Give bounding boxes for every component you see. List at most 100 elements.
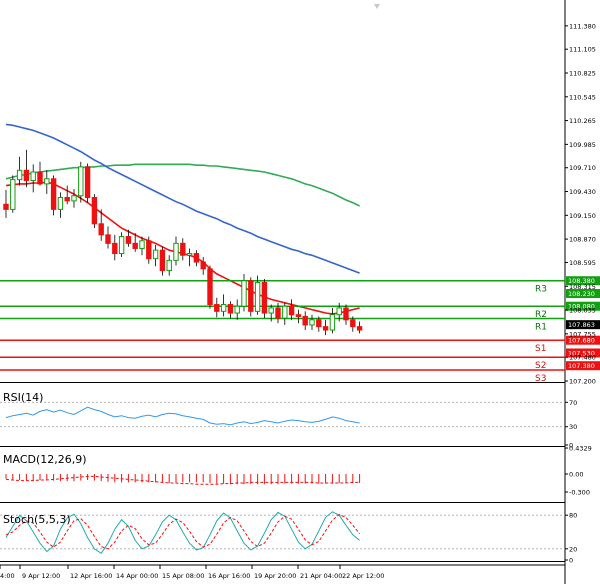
bearish-candle-body xyxy=(343,307,349,321)
bullish-candle-body xyxy=(78,166,84,197)
bullish-candle-body xyxy=(309,319,315,326)
bearish-candle-body xyxy=(350,319,356,328)
time-axis-label: 12 Apr 16:00 xyxy=(70,572,112,580)
bearish-candle-body xyxy=(37,171,43,185)
price-axis-label: 111.105 xyxy=(569,46,596,54)
bearish-candle-body xyxy=(322,326,329,331)
bearish-candle-body xyxy=(132,242,138,249)
price-axis-label: 107.480 xyxy=(569,354,596,362)
sub-axis-label: 0 xyxy=(569,557,573,565)
time-axis-label: 15 Apr 08:00 xyxy=(162,572,204,580)
price-axis-label: 109.710 xyxy=(569,164,596,172)
candle xyxy=(91,194,98,229)
bullish-candle-body xyxy=(282,305,288,319)
price-axis-label: 110.265 xyxy=(569,117,596,125)
candle xyxy=(207,265,213,309)
trading-chart: R3 108.380 108.230 R2 108.080 R1 S1 107.680 107.… xyxy=(0,0,600,584)
bearish-candle-body xyxy=(200,261,206,270)
price-axis-label: 107.200 xyxy=(569,378,596,386)
pivot-level-label: R1 xyxy=(535,323,547,333)
bearish-candle-body xyxy=(180,242,186,256)
bullish-candle-body xyxy=(173,242,179,261)
bullish-candle-body xyxy=(220,304,227,312)
bearish-candle-body xyxy=(193,253,200,263)
level-price-tag-text: 107.380 xyxy=(568,362,595,370)
bearish-candle-body xyxy=(302,315,308,326)
bullish-candle-body xyxy=(10,179,16,210)
pivot-level-label: S1 xyxy=(535,344,546,354)
level-price-tag-text: 108.230 xyxy=(568,290,595,298)
bearish-candle-body xyxy=(288,305,295,316)
price-axis-label: 110.545 xyxy=(569,93,596,101)
bearish-candle-body xyxy=(316,319,322,328)
bearish-candle-body xyxy=(275,307,281,319)
time-axis-label: 4:00 xyxy=(0,572,15,580)
bullish-candle-body xyxy=(16,169,23,181)
bearish-candle-body xyxy=(248,280,254,312)
candle xyxy=(261,279,268,319)
bearish-candle-body xyxy=(105,234,111,244)
rsi-title: RSI(14) xyxy=(3,391,43,404)
bearish-candle-body xyxy=(125,236,132,244)
bullish-candle-body xyxy=(44,178,50,185)
bearish-candle-body xyxy=(261,281,268,314)
bullish-candle-body xyxy=(254,281,261,312)
price-axis-label: 108.870 xyxy=(569,236,596,244)
bearish-candle-body xyxy=(356,326,363,331)
bullish-candle-body xyxy=(336,307,342,316)
bullish-candle-body xyxy=(241,280,247,307)
bearish-candle-body xyxy=(214,304,220,312)
stoch-title: Stoch(5,5,3) xyxy=(3,513,71,526)
bearish-candle-body xyxy=(146,240,152,260)
sub-axis-label: 30 xyxy=(569,423,577,431)
bullish-candle-body xyxy=(234,305,240,314)
bearish-candle-body xyxy=(50,178,57,210)
pivot-level-label: S3 xyxy=(535,374,546,384)
bullish-candle-body xyxy=(57,196,64,210)
time-axis-label: 19 Apr 20:00 xyxy=(254,572,296,580)
price-axis-label: 110.825 xyxy=(569,69,596,77)
bullish-candle-body xyxy=(152,249,159,260)
bearish-candle-body xyxy=(207,268,213,306)
bullish-candle-body xyxy=(268,307,274,314)
bullish-candle-body xyxy=(139,240,145,249)
time-axis-label: 22 Apr 12:00 xyxy=(342,572,384,580)
bearish-candle-body xyxy=(3,203,9,210)
bearish-candle-body xyxy=(98,223,104,236)
current-price-tag-text: 107.863 xyxy=(568,321,595,329)
bullish-candle-body xyxy=(166,259,172,272)
bearish-candle-body xyxy=(23,169,30,181)
sub-axis-label: 0.00 xyxy=(569,471,583,479)
bearish-candle-body xyxy=(91,196,98,225)
sub-axis-label: -0.300 xyxy=(569,489,590,497)
price-axis-label: 108.595 xyxy=(569,259,596,267)
bearish-candle-body xyxy=(84,166,91,198)
sub-axis-label: 70 xyxy=(569,399,577,407)
bullish-candle-body xyxy=(30,171,36,181)
bearish-candle-body xyxy=(295,314,302,317)
bullish-candle-body xyxy=(71,195,77,202)
bearish-candle-body xyxy=(159,249,166,272)
time-axis-label: 16 Apr 16:00 xyxy=(208,572,250,580)
candle xyxy=(50,175,57,216)
price-axis-label: 111.380 xyxy=(569,22,596,30)
bearish-candle-body xyxy=(64,196,70,202)
chart-svg: R3108.380108.230R2108.080R1S1107.680107.… xyxy=(0,0,600,584)
bullish-candle-body xyxy=(186,253,193,256)
candle xyxy=(84,163,91,203)
price-axis-label: 108.035 xyxy=(569,307,596,315)
bearish-candle-body xyxy=(112,242,118,255)
bullish-candle-body xyxy=(329,314,336,331)
candle xyxy=(10,175,16,213)
sub-axis-label: 0.4329 xyxy=(569,445,592,453)
sub-axis-label: 20 xyxy=(569,545,577,553)
price-axis-label: 109.430 xyxy=(569,188,596,196)
price-axis-label: 108.315 xyxy=(569,283,596,291)
price-axis-label: 109.985 xyxy=(569,141,596,149)
price-axis-label: 109.150 xyxy=(569,212,596,220)
bullish-candle-body xyxy=(118,236,125,255)
price-axis-label: 107.755 xyxy=(569,330,596,338)
sub-axis-label: 80 xyxy=(569,512,577,520)
time-axis-label: 9 Apr 12:00 xyxy=(22,572,60,580)
candle xyxy=(248,277,254,317)
